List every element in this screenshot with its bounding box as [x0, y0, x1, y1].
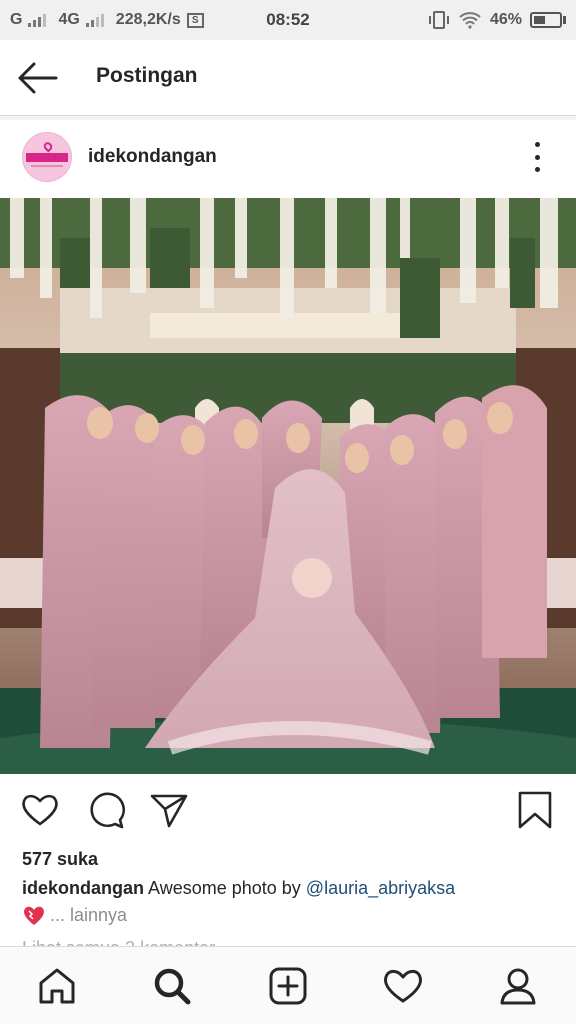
wifi-icon [459, 12, 481, 29]
like-count[interactable]: 577 suka [22, 849, 98, 870]
arrow-left-icon[interactable] [16, 60, 60, 96]
add-post-icon[interactable] [267, 965, 309, 1007]
send-icon[interactable] [149, 790, 189, 830]
vibrate-icon [428, 11, 449, 29]
caption-username[interactable]: idekondangan [22, 878, 144, 898]
caption-mention[interactable]: @lauria_abriyaksa [306, 878, 455, 898]
post-actions [0, 774, 576, 846]
more-vertical-icon[interactable] [526, 142, 548, 172]
search-icon[interactable] [151, 965, 193, 1007]
home-icon[interactable] [36, 965, 78, 1007]
post-photo[interactable] [0, 198, 576, 774]
page-title: Postingan [96, 64, 198, 87]
comment-icon[interactable] [86, 790, 126, 830]
status-bar: G 4G 228,2K/s S 08:52 46% [0, 0, 576, 40]
bottom-nav [0, 946, 576, 1024]
app-header: Postingan [0, 40, 576, 116]
post-username[interactable]: idekondangan [88, 146, 217, 168]
activity-heart-icon[interactable] [382, 965, 424, 1007]
avatar[interactable] [22, 132, 72, 182]
status-bar-right: 46% [428, 0, 566, 40]
bookmark-icon[interactable] [515, 790, 555, 830]
more-link[interactable]: ... lainnya [50, 905, 127, 926]
heart-emoji-icon [24, 906, 44, 925]
battery-percent: 46% [489, 11, 522, 28]
profile-icon[interactable] [497, 965, 539, 1007]
post-header: idekondangan [0, 120, 576, 198]
caption-text: Awesome photo by [148, 878, 306, 898]
heart-icon[interactable] [20, 790, 60, 830]
battery-icon [530, 12, 566, 28]
caption-more[interactable]: ... lainnya [22, 904, 127, 926]
post-caption: idekondangan Awesome photo by @lauria_ab… [22, 878, 455, 899]
